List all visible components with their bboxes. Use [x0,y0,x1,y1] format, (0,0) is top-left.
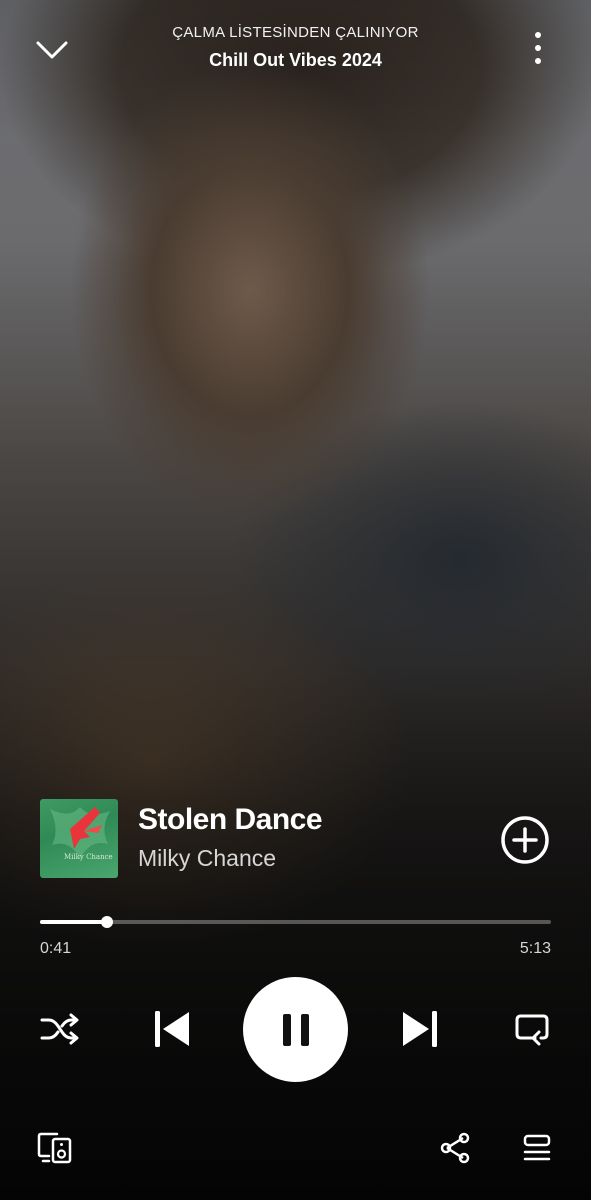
connect-device-button[interactable] [36,1130,74,1166]
next-track-button[interactable] [398,1006,442,1052]
chevron-down-icon [36,41,68,59]
repeat-icon [515,1014,549,1046]
add-to-library-button[interactable] [500,815,550,865]
progress-bar[interactable] [40,916,551,928]
album-cover[interactable]: Milky Chance [40,799,118,878]
track-title[interactable]: Stolen Dance [138,803,323,837]
repeat-button[interactable] [510,1009,554,1049]
queue-icon [523,1134,551,1161]
more-vertical-icon [535,32,541,64]
skip-next-icon [403,1011,437,1047]
elapsed-time: 0:41 [40,940,72,957]
track-artist[interactable]: Milky Chance [138,845,276,872]
progress-fill [40,920,107,924]
progress-thumb[interactable] [100,916,113,928]
more-options-button[interactable] [520,28,556,68]
playlist-name[interactable]: Chill Out Vibes 2024 [100,50,491,71]
total-time: 5:13 [519,940,551,957]
connect-device-icon [37,1132,72,1164]
add-circle-icon [501,816,549,864]
album-art-graphic [50,807,110,859]
share-button[interactable] [436,1130,474,1166]
pause-button[interactable] [243,977,348,1082]
pause-icon [282,1013,309,1046]
collapse-player-button[interactable] [30,30,74,70]
album-cover-text: Milky Chance [64,853,113,861]
playing-from-label: ÇALMA LİSTESİNDEN ÇALINIYOR [172,24,419,41]
queue-button[interactable] [518,1130,556,1166]
shuffle-icon [40,1013,79,1045]
skip-previous-icon [155,1011,189,1047]
shuffle-button[interactable] [38,1009,82,1049]
previous-track-button[interactable] [150,1006,194,1052]
share-icon [440,1132,470,1164]
